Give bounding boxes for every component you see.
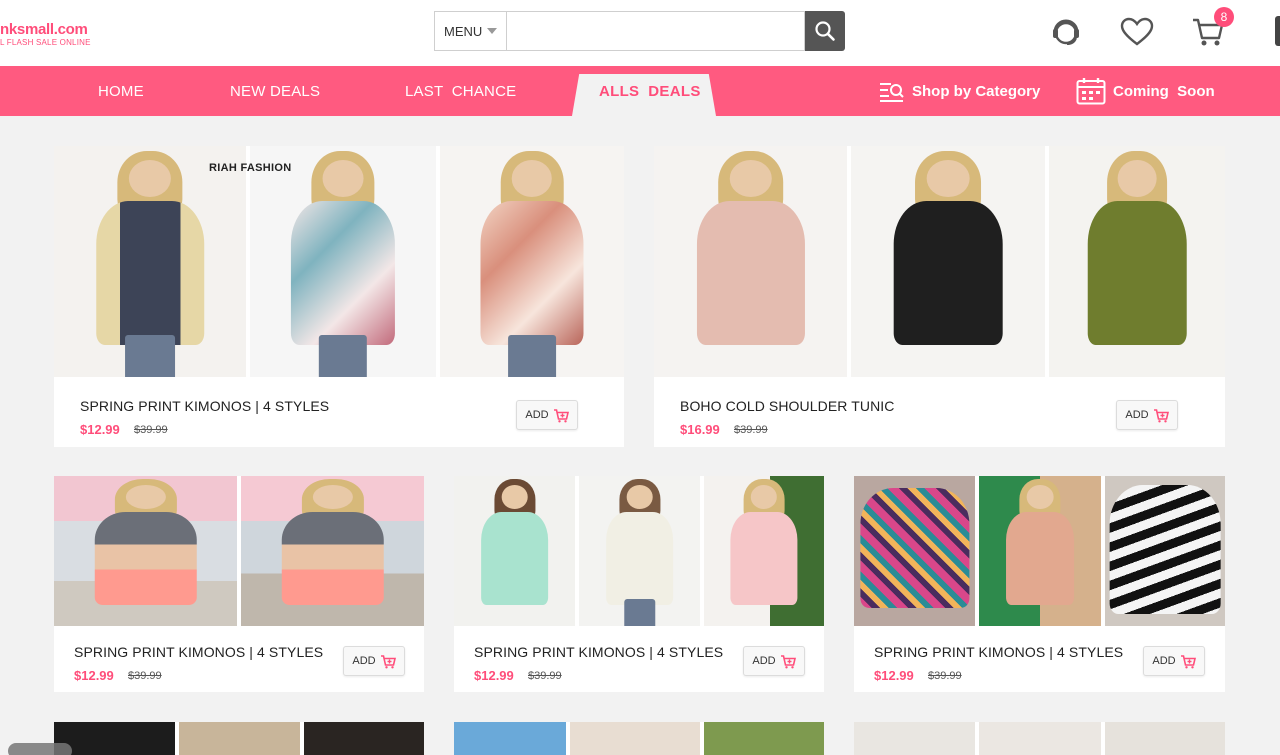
wishlist-button[interactable] [1119, 14, 1155, 50]
product-price: $12.99 [874, 668, 914, 683]
add-to-cart-button[interactable]: ADD [343, 646, 405, 676]
add-to-cart-button[interactable]: ADD [743, 646, 805, 676]
logo-text: nksmall.com [0, 21, 88, 38]
menu-dropdown[interactable]: MENU [434, 11, 506, 51]
cart-plus-icon [380, 654, 396, 668]
product-price: $12.99 [74, 668, 114, 683]
add-label: ADD [1125, 409, 1149, 421]
product-title[interactable]: BOHO COLD SHOULDER TUNIC [680, 398, 895, 414]
product-photo [1049, 146, 1225, 377]
product-card[interactable]: BOHO COLD SHOULDER TUNIC $16.99 $39.99 A… [654, 146, 1225, 447]
product-image[interactable] [454, 722, 824, 755]
product-photo [179, 722, 300, 755]
cart-plus-icon [1153, 408, 1169, 422]
heart-icon [1120, 17, 1154, 46]
product-photo [854, 476, 976, 626]
add-label: ADD [352, 655, 376, 667]
search-icon [815, 21, 835, 41]
product-photo [241, 476, 424, 626]
product-card[interactable]: SPRING PRINT KIMONOS | 4 STYLES $12.99 $… [54, 476, 424, 692]
cart-count-badge: 8 [1214, 7, 1234, 27]
floating-chat-tab[interactable] [8, 743, 72, 755]
product-card[interactable] [854, 722, 1225, 755]
add-label: ADD [752, 655, 776, 667]
product-photo [654, 146, 847, 377]
product-image[interactable] [54, 146, 624, 377]
logo-tagline: L FLASH SALE ONLINE [0, 38, 91, 47]
shop-by-category-button[interactable]: Shop by Category [879, 66, 1040, 116]
product-photo [304, 722, 424, 755]
product-image[interactable] [454, 476, 824, 626]
product-old-price: $39.99 [134, 424, 168, 436]
product-old-price: $39.99 [528, 670, 562, 682]
caret-down-icon [487, 28, 498, 34]
product-photo [570, 722, 700, 755]
add-to-cart-button[interactable]: ADD [1116, 400, 1178, 430]
shop-by-category-label: Shop by Category [912, 82, 1041, 100]
product-price: $16.99 [680, 422, 720, 437]
nav-alls-deals[interactable]: ALLS DEALS [599, 74, 701, 116]
add-to-cart-button[interactable]: ADD [1143, 646, 1205, 676]
product-photo [54, 476, 237, 626]
product-image[interactable] [54, 722, 424, 755]
coming-soon-button[interactable]: Coming Soon [1076, 66, 1215, 116]
product-card[interactable]: SPRING PRINT KIMONOS | 4 STYLES $12.99 $… [454, 476, 824, 692]
headset-icon [1053, 19, 1079, 45]
add-label: ADD [1152, 655, 1176, 667]
product-old-price: $39.99 [128, 670, 162, 682]
product-photo [54, 722, 175, 755]
add-label: ADD [525, 409, 549, 421]
calendar-icon [1076, 78, 1106, 105]
add-to-cart-button[interactable]: ADD [516, 400, 578, 430]
product-photo [454, 476, 575, 626]
product-photo [979, 476, 1101, 626]
product-image[interactable] [854, 476, 1225, 626]
product-photo [851, 146, 1045, 377]
product-photo [54, 146, 246, 377]
product-old-price: $39.99 [734, 424, 768, 436]
product-image[interactable] [854, 722, 1225, 755]
product-old-price: $39.99 [928, 670, 962, 682]
cart-plus-icon [553, 408, 569, 422]
nav-home[interactable]: HOME [98, 66, 144, 116]
product-photo [454, 722, 566, 755]
product-card[interactable] [454, 722, 824, 755]
search-input[interactable] [506, 11, 805, 51]
product-card[interactable]: RIAH FASHION SPRING PRINT KIMONOS | 4 ST… [54, 146, 624, 447]
product-price: $12.99 [80, 422, 120, 437]
main-nav: HOME NEW DEALS LAST CHANCE ALLS DEALS Sh… [0, 66, 1280, 116]
category-search-icon [880, 83, 904, 102]
search-button[interactable] [805, 11, 845, 51]
product-price: $12.99 [474, 668, 514, 683]
product-photo [854, 722, 976, 755]
product-photo [979, 722, 1101, 755]
product-photo [1104, 476, 1225, 626]
product-photo [440, 146, 624, 377]
product-photo [250, 146, 436, 377]
support-button[interactable] [1048, 14, 1084, 50]
product-card[interactable]: SPRING PRINT KIMONOS | 4 STYLES $12.99 $… [854, 476, 1225, 692]
brand-watermark: RIAH FASHION [209, 162, 292, 174]
product-photo [1104, 722, 1225, 755]
product-image[interactable] [54, 476, 424, 626]
site-logo[interactable]: nksmall.com L FLASH SALE ONLINE [0, 22, 91, 48]
product-title[interactable]: SPRING PRINT KIMONOS | 4 STYLES [74, 644, 323, 660]
product-image[interactable] [654, 146, 1225, 377]
product-title[interactable]: SPRING PRINT KIMONOS | 4 STYLES [80, 398, 329, 414]
product-card[interactable] [54, 722, 424, 755]
nav-new-deals[interactable]: NEW DEALS [230, 66, 320, 116]
site-header: nksmall.com L FLASH SALE ONLINE MENU 8 [0, 0, 1280, 66]
product-title[interactable]: SPRING PRINT KIMONOS | 4 STYLES [474, 644, 723, 660]
product-photo [579, 476, 700, 626]
account-edge-icon[interactable] [1275, 16, 1280, 46]
search-bar: MENU [434, 11, 845, 51]
product-title[interactable]: SPRING PRINT KIMONOS | 4 STYLES [874, 644, 1123, 660]
menu-label: MENU [444, 23, 483, 39]
product-photo [704, 722, 824, 755]
cart-plus-icon [1180, 654, 1196, 668]
coming-soon-label: Coming Soon [1113, 82, 1215, 100]
nav-last-chance[interactable]: LAST CHANCE [405, 66, 516, 116]
product-photo [704, 476, 824, 626]
cart-plus-icon [780, 654, 796, 668]
